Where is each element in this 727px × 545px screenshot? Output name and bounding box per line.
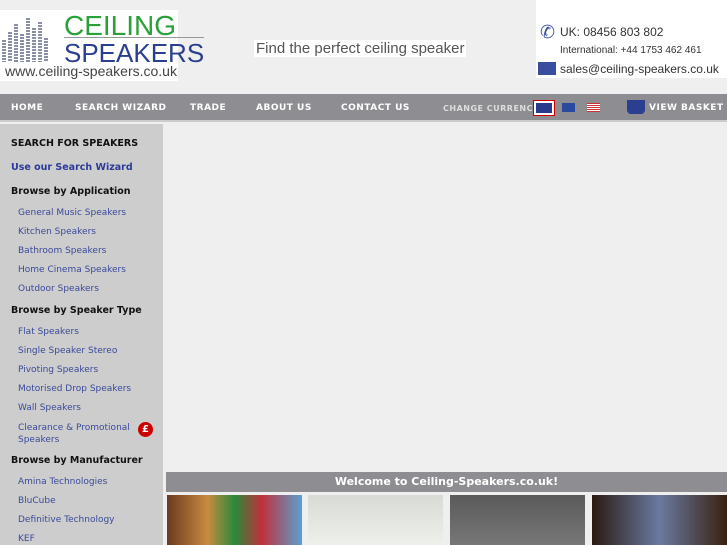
phone-icon: ✆ xyxy=(540,22,556,43)
app-heading: Browse by Application xyxy=(11,186,131,197)
sidebar: SEARCH FOR SPEAKERS Use our Search Wizar… xyxy=(0,124,163,545)
uk-phone: UK: 08456 803 802 xyxy=(560,25,664,39)
intl-phone: International: +44 1753 462 461 xyxy=(560,45,702,56)
logo-url: www.ceiling-speakers.co.uk xyxy=(5,63,177,79)
nav-search-wizard[interactable]: SEARCH WIZARD xyxy=(75,103,166,113)
nav-home[interactable]: HOME xyxy=(11,103,43,113)
list-item[interactable]: Bathroom Speakers xyxy=(18,245,106,257)
site-logo[interactable]: CEILING SPEAKERS www.ceiling-speakers.co… xyxy=(0,10,205,81)
tagline: Find the perfect ceiling speaker xyxy=(254,40,467,57)
nav-about[interactable]: ABOUT US xyxy=(256,103,312,113)
manufacturer-heading: Browse by Manufacturer xyxy=(11,455,143,466)
sidebar-title: SEARCH FOR SPEAKERS xyxy=(11,138,139,149)
us-flag-icon[interactable] xyxy=(587,103,600,112)
general-music-image[interactable] xyxy=(167,495,302,545)
list-item[interactable]: Single Speaker Stereo xyxy=(18,345,117,357)
welcome-banner: Welcome to Ceiling-Speakers.co.uk! xyxy=(166,472,727,492)
list-item[interactable]: Kitchen Speakers xyxy=(18,226,96,238)
list-item[interactable]: Motorised Drop Speakers xyxy=(18,383,131,395)
kitchen-image[interactable] xyxy=(308,495,443,545)
basket-icon[interactable] xyxy=(627,100,645,114)
home-cinema-image[interactable] xyxy=(592,495,727,545)
bathroom-image[interactable] xyxy=(450,495,585,545)
list-item[interactable]: Flat Speakers xyxy=(18,326,79,338)
currency-label: CHANGE CURRENCY: xyxy=(443,104,543,113)
list-item[interactable]: Pivoting Speakers xyxy=(18,364,98,376)
contact-box: ✆ UK: 08456 803 802 International: +44 1… xyxy=(536,0,727,78)
list-item[interactable]: Wall Speakers xyxy=(18,402,81,414)
list-item[interactable]: Amina Technologies xyxy=(18,476,107,488)
nav-contact[interactable]: CONTACT US xyxy=(341,103,410,113)
pound-badge-icon: £ xyxy=(138,422,153,437)
equalizer-icon xyxy=(2,12,52,62)
search-wizard-link[interactable]: Use our Search Wizard xyxy=(11,162,133,173)
list-item[interactable]: Home Cinema Speakers xyxy=(18,264,126,276)
view-basket[interactable]: VIEW BASKET xyxy=(649,103,724,113)
list-item[interactable]: Outdoor Speakers xyxy=(18,283,99,295)
email-link[interactable]: sales@ceiling-speakers.co.uk xyxy=(560,62,719,76)
uk-flag-icon[interactable] xyxy=(533,100,555,116)
list-item[interactable]: General Music Speakers xyxy=(18,207,126,219)
eu-flag-icon[interactable] xyxy=(562,103,575,112)
list-item[interactable]: Definitive Technology xyxy=(18,514,115,526)
main-nav: HOME SEARCH WIZARD TRADE ABOUT US CONTAC… xyxy=(0,94,727,122)
list-item[interactable]: KEF xyxy=(18,533,35,545)
list-item[interactable]: BluCube xyxy=(18,495,56,507)
list-item[interactable]: Clearance & Promotional Speakers xyxy=(18,422,138,446)
nav-trade[interactable]: TRADE xyxy=(190,103,226,113)
email-icon xyxy=(538,62,556,75)
type-heading: Browse by Speaker Type xyxy=(11,305,142,316)
